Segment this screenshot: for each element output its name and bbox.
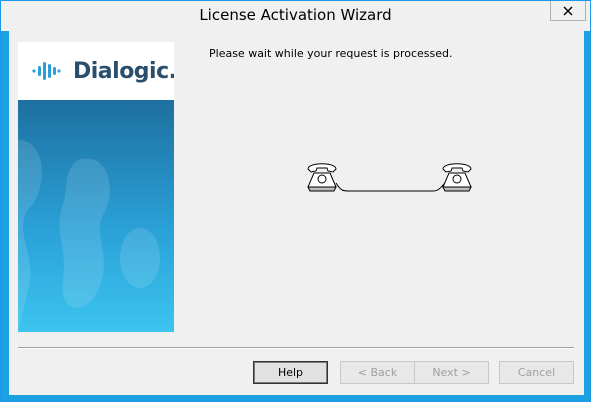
- wizard-body: Dialogic. Please wait while your request…: [9, 31, 584, 395]
- dialogic-logo-icon: [32, 62, 61, 80]
- title-bar[interactable]: License Activation Wizard: [1, 1, 590, 31]
- close-icon: [563, 6, 573, 15]
- logo-area: Dialogic.: [18, 42, 174, 100]
- back-button[interactable]: < Back: [340, 361, 415, 384]
- connection-animation: [307, 163, 472, 192]
- help-button[interactable]: Help: [253, 361, 328, 384]
- status-message: Please wait while your request is proces…: [209, 47, 453, 60]
- telephone-icon: [307, 163, 337, 192]
- banner-wave-graphic: [18, 140, 160, 332]
- close-button[interactable]: [550, 1, 586, 21]
- separator: [18, 347, 574, 349]
- window-title: License Activation Wizard: [199, 6, 392, 24]
- next-button[interactable]: Next >: [414, 361, 489, 384]
- wizard-window: License Activation Wizard Dialogic. Plea…: [0, 0, 591, 402]
- banner-graphic: [18, 100, 174, 332]
- cancel-button[interactable]: Cancel: [499, 361, 574, 384]
- logo-text: Dialogic.: [73, 59, 174, 84]
- side-banner: Dialogic.: [18, 42, 174, 332]
- telephone-icon: [442, 163, 472, 192]
